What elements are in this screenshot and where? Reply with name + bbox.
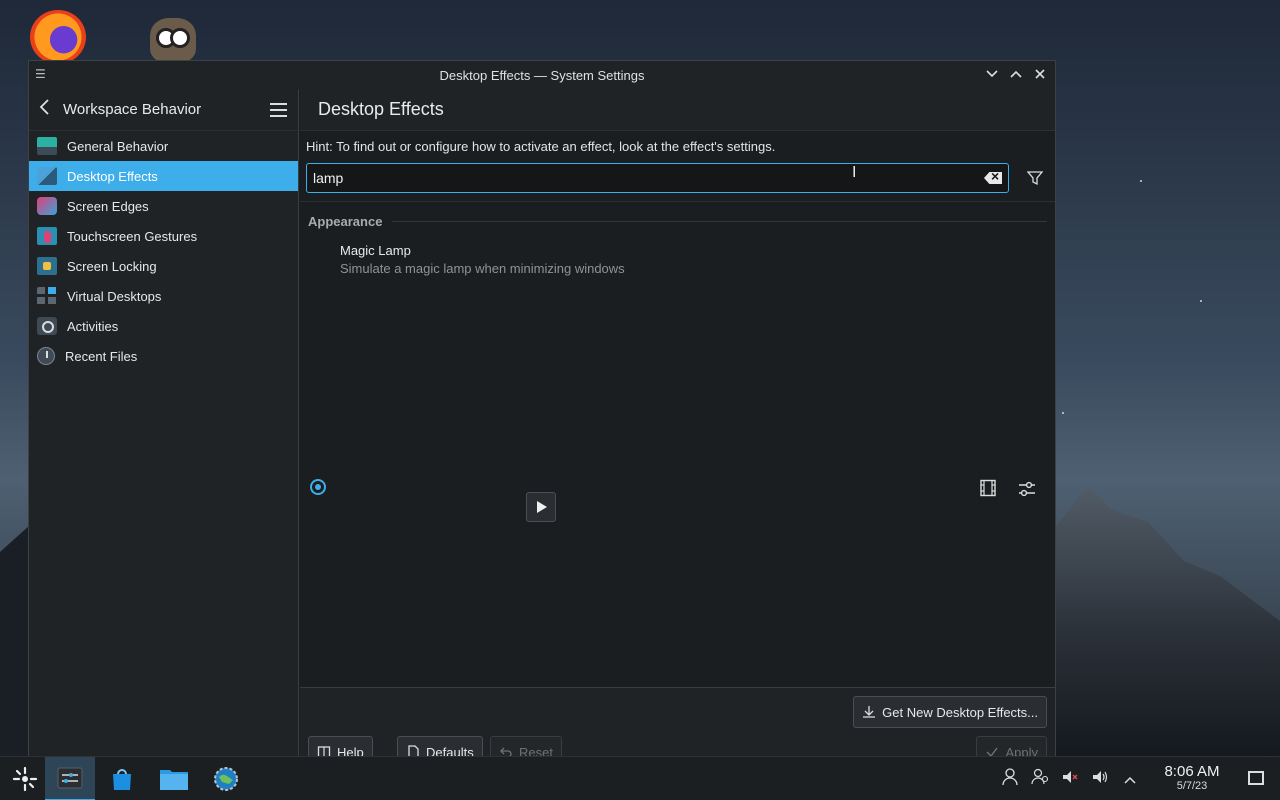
- sidebar-item-label: Virtual Desktops: [67, 288, 162, 304]
- microphone-muted-icon[interactable]: [1060, 768, 1080, 790]
- sidebar-item-screen-locking[interactable]: Screen Locking: [29, 251, 298, 281]
- sidebar-heading: Workspace Behavior: [63, 101, 202, 118]
- close-icon[interactable]: [1031, 65, 1049, 83]
- users-icon[interactable]: [1030, 768, 1050, 790]
- sidebar-item-desktop-effects[interactable]: Desktop Effects: [29, 161, 298, 191]
- hamburger-menu-icon[interactable]: [270, 102, 288, 117]
- effect-name: Magic Lamp: [340, 243, 411, 258]
- globe-settings-icon: [214, 767, 238, 791]
- section-rule: [392, 221, 1047, 222]
- clock-date: 5/7/23: [1176, 780, 1208, 792]
- clock-time: 8:06 AM: [1164, 763, 1220, 780]
- taskbar: 8:06 AM 5/7/23: [0, 756, 1280, 800]
- minimize-icon[interactable]: [983, 65, 1001, 83]
- clear-search-icon[interactable]: [984, 172, 1002, 184]
- general-behavior-icon: [37, 137, 57, 155]
- get-new-effects-button[interactable]: Get New Desktop Effects...: [853, 696, 1047, 728]
- gimp-desktop-icon[interactable]: [150, 18, 196, 62]
- taskbar-dolphin[interactable]: [149, 757, 199, 800]
- play-preview-button[interactable]: [526, 492, 556, 522]
- sidebar-item-label: Screen Locking: [67, 258, 157, 274]
- maximize-icon[interactable]: [1007, 65, 1025, 83]
- window-title: Desktop Effects — System Settings: [439, 67, 645, 83]
- sidebar-item-label: Activities: [67, 318, 119, 334]
- wallpaper-star: [1140, 180, 1142, 182]
- main-header: Desktop Effects: [300, 89, 1055, 131]
- sidebar-item-virtual-desktops[interactable]: Virtual Desktops: [29, 281, 298, 311]
- footer-bar: Get New Desktop Effects... Help Defaults…: [300, 687, 1055, 759]
- shopping-bag-icon: [113, 769, 131, 790]
- section-label: Appearance: [308, 214, 383, 229]
- system-settings-icon: [57, 767, 83, 789]
- wallpaper-star: [1200, 300, 1202, 302]
- sidebar: Workspace Behavior General Behavior Desk…: [29, 89, 299, 759]
- taskbar-discover[interactable]: [97, 757, 147, 800]
- main-panel: Desktop Effects Hint: To find out or con…: [300, 89, 1055, 759]
- sidebar-header: Workspace Behavior: [29, 89, 298, 131]
- section-header: Appearance: [308, 214, 1047, 229]
- user-icon[interactable]: [1000, 768, 1020, 790]
- digital-clock[interactable]: 8:06 AM 5/7/23: [1152, 763, 1232, 792]
- wallpaper-star: [1062, 412, 1064, 414]
- show-desktop-icon[interactable]: [1248, 771, 1264, 785]
- hint-text: Hint: To find out or configure how to ac…: [306, 139, 776, 154]
- sidebar-item-screen-edges[interactable]: Screen Edges: [29, 191, 298, 221]
- effect-description: Simulate a magic lamp when minimizing wi…: [340, 261, 625, 276]
- window-controls: [983, 65, 1049, 83]
- search-input[interactable]: [313, 170, 984, 186]
- window-menu-icon[interactable]: ☰: [35, 67, 51, 81]
- system-tray: [1000, 757, 1140, 800]
- search-row: I: [306, 163, 1047, 193]
- firefox-desktop-icon[interactable]: [30, 10, 86, 64]
- text-cursor-icon: I: [852, 164, 857, 181]
- configure-icon[interactable]: [1017, 479, 1037, 499]
- download-icon: [863, 706, 876, 718]
- desktop-wallpaper-mountain: [1040, 486, 1280, 756]
- sidebar-item-general-behavior[interactable]: General Behavior: [29, 131, 298, 161]
- effect-radio-button[interactable]: [310, 479, 326, 495]
- effect-item-magic-lamp[interactable]: Magic Lamp Simulate a magic lamp when mi…: [340, 243, 625, 276]
- volume-icon[interactable]: [1090, 768, 1110, 790]
- sidebar-item-label: Recent Files: [65, 348, 138, 364]
- screen-locking-icon: [37, 257, 57, 275]
- application-launcher-icon[interactable]: [0, 757, 50, 800]
- search-box[interactable]: I: [306, 163, 1009, 193]
- sidebar-item-label: Desktop Effects: [67, 168, 158, 184]
- recent-files-icon: [37, 347, 55, 365]
- get-new-effects-label: Get New Desktop Effects...: [882, 704, 1038, 720]
- virtual-desktops-icon: [37, 287, 57, 305]
- sidebar-item-label: General Behavior: [67, 138, 169, 154]
- filter-icon[interactable]: [1023, 166, 1047, 190]
- list-divider: [300, 201, 1055, 202]
- screen-edges-icon: [37, 197, 57, 215]
- desktop-effects-icon: [37, 167, 57, 185]
- window-titlebar[interactable]: ☰ Desktop Effects — System Settings: [29, 61, 1055, 89]
- sidebar-list: General Behavior Desktop Effects Screen …: [29, 131, 298, 371]
- taskbar-browser[interactable]: [201, 757, 251, 800]
- video-film-icon[interactable]: [979, 479, 997, 497]
- sidebar-item-activities[interactable]: Activities: [29, 311, 298, 341]
- sidebar-item-recent-files[interactable]: Recent Files: [29, 341, 298, 371]
- sidebar-item-label: Screen Edges: [67, 198, 149, 214]
- activities-icon: [37, 317, 57, 335]
- page-title: Desktop Effects: [318, 99, 444, 119]
- back-arrow-icon[interactable]: [39, 99, 59, 120]
- sidebar-item-label: Touchscreen Gestures: [67, 228, 198, 244]
- sidebar-item-touchscreen-gestures[interactable]: Touchscreen Gestures: [29, 221, 298, 251]
- folder-icon: [160, 770, 188, 790]
- touchscreen-gestures-icon: [37, 227, 57, 245]
- chevron-up-icon[interactable]: [1120, 771, 1140, 788]
- system-settings-window: ☰ Desktop Effects — System Settings Work…: [28, 60, 1056, 760]
- taskbar-system-settings[interactable]: [45, 757, 95, 800]
